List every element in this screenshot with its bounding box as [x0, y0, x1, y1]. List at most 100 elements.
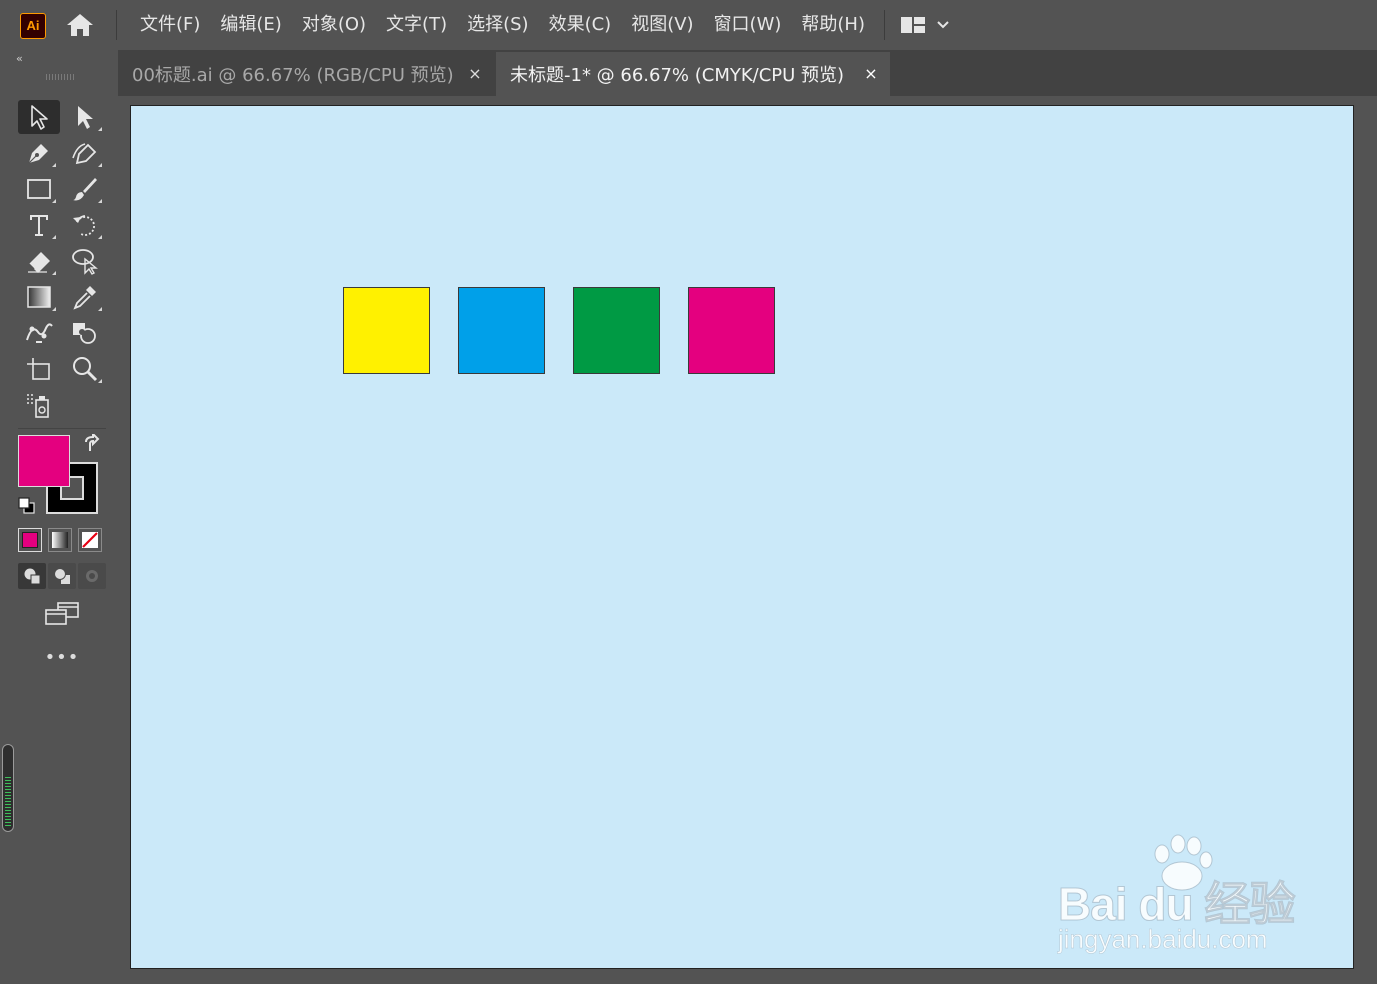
puppet-warp-tool-icon	[26, 323, 53, 343]
workspace-switcher[interactable]	[900, 13, 958, 37]
flyout-indicator	[52, 163, 56, 167]
direct-selection-tool-icon	[78, 106, 93, 129]
menu-help[interactable]: 帮助(H)	[791, 0, 875, 50]
menu-file[interactable]: 文件(F)	[130, 0, 210, 50]
panel-scroll-handle[interactable]	[2, 744, 14, 832]
magenta-square[interactable]	[688, 287, 775, 374]
flyout-indicator	[52, 235, 56, 239]
rectangle-tool-icon	[27, 179, 51, 199]
cyan-square[interactable]	[458, 287, 545, 374]
handle-grip-lines	[5, 777, 11, 827]
lasso-tool-icon	[72, 249, 98, 275]
menu-separator	[116, 10, 117, 40]
paintbrush-tool[interactable]	[64, 172, 106, 206]
tab-document-2[interactable]: 未标题-1* @ 66.67% (CMYK/CPU 预览) ×	[496, 52, 890, 96]
symbol-sprayer-tool[interactable]	[18, 388, 60, 422]
default-fill-stroke-button[interactable]	[18, 497, 36, 515]
eraser-tool[interactable]	[18, 244, 60, 278]
lasso-tool[interactable]	[64, 244, 106, 278]
draw-mode-row	[18, 563, 106, 589]
tools-panel: ‹‹ •••	[8, 52, 116, 984]
swap-fill-stroke-button[interactable]	[82, 431, 102, 454]
rotate-tool[interactable]	[64, 208, 106, 242]
tab-label: 未标题-1* @ 66.67% (CMYK/CPU 预览)	[510, 65, 845, 86]
toolbar-divider	[18, 428, 106, 429]
menu-type[interactable]: 文字(T)	[376, 0, 457, 50]
gradient-mode-button[interactable]	[48, 528, 72, 552]
flyout-indicator	[98, 163, 102, 167]
color-mode-row	[18, 528, 102, 552]
menu-edit[interactable]: 编辑(E)	[210, 0, 291, 50]
chevron-down-icon	[937, 21, 949, 29]
menu-separator	[884, 10, 885, 40]
eyedropper-tool-icon	[73, 286, 96, 310]
eyedropper-tool[interactable]	[64, 280, 106, 314]
gradient-tool[interactable]	[18, 280, 60, 314]
collapse-panel-icon[interactable]: ‹‹	[16, 52, 23, 65]
draw-behind-button[interactable]	[48, 563, 76, 589]
color-icon	[22, 532, 38, 548]
flyout-indicator	[52, 199, 56, 203]
artboard-tool-icon	[27, 358, 50, 380]
draw-normal-icon	[24, 568, 41, 585]
color-mode-button[interactable]	[18, 528, 42, 552]
menu-view[interactable]: 视图(V)	[621, 0, 703, 50]
type-tool[interactable]	[18, 208, 60, 242]
fill-color-swatch[interactable]	[18, 435, 70, 487]
none-mode-button[interactable]	[78, 528, 102, 552]
selection-tool-icon	[31, 105, 48, 130]
flyout-indicator	[98, 235, 102, 239]
screen-mode-button[interactable]	[44, 601, 80, 627]
flyout-indicator	[98, 199, 102, 203]
flyout-indicator	[52, 271, 56, 275]
home-button[interactable]	[64, 11, 96, 39]
panel-grip[interactable]	[46, 74, 74, 80]
shape-builder-tool-icon	[73, 323, 96, 344]
draw-normal-button[interactable]	[18, 563, 46, 589]
rectangle-tool[interactable]	[18, 172, 60, 206]
flyout-indicator	[98, 307, 102, 311]
pen-tool[interactable]	[18, 136, 60, 170]
type-tool-icon	[30, 215, 48, 236]
none-icon	[82, 532, 98, 548]
close-icon[interactable]: ×	[862, 64, 880, 83]
flyout-indicator	[98, 127, 102, 131]
menu-object[interactable]: 对象(O)	[292, 0, 376, 50]
draw-inside-icon	[86, 570, 98, 582]
default-colors-icon	[18, 497, 35, 514]
zoom-tool-icon	[73, 357, 98, 382]
selection-tool[interactable]	[18, 100, 60, 134]
menu-effect[interactable]: 效果(C)	[539, 0, 622, 50]
rotate-tool-icon	[73, 215, 95, 236]
app-logo: Ai	[20, 13, 46, 39]
edit-toolbar-button[interactable]: •••	[44, 648, 80, 668]
artboard-tool[interactable]	[18, 352, 60, 386]
workspace-layout-icon	[901, 17, 925, 33]
direct-selection-tool[interactable]	[64, 100, 106, 134]
green-square[interactable]	[573, 287, 660, 374]
flyout-indicator	[98, 379, 102, 383]
yellow-square[interactable]	[343, 287, 430, 374]
swap-arrow-icon	[85, 431, 100, 451]
menu-window[interactable]: 窗口(W)	[704, 0, 792, 50]
eraser-tool-icon	[28, 252, 50, 273]
gradient-icon	[52, 532, 68, 548]
main-menu: 文件(F) 编辑(E) 对象(O) 文字(T) 选择(S) 效果(C) 视图(V…	[130, 0, 875, 50]
tab-document-1[interactable]: 00标题.ai @ 66.67% (RGB/CPU 预览) ×	[118, 52, 494, 96]
screen-mode-icon	[45, 602, 79, 625]
draw-behind-icon	[54, 568, 70, 584]
menu-bar: Ai 文件(F) 编辑(E) 对象(O) 文字(T) 选择(S) 效果(C) 视…	[0, 0, 1377, 50]
curvature-tool[interactable]	[64, 136, 106, 170]
document-tabs: 00标题.ai @ 66.67% (RGB/CPU 预览) × 未标题-1* @…	[118, 50, 1377, 96]
paintbrush-tool-icon	[73, 178, 97, 201]
symbol-sprayer-tool-icon	[27, 394, 49, 418]
draw-inside-button[interactable]	[78, 563, 106, 589]
zoom-tool[interactable]	[64, 352, 106, 386]
puppet-warp-tool[interactable]	[18, 316, 60, 350]
menu-select[interactable]: 选择(S)	[457, 0, 538, 50]
watermark-url: jingyan.baidu.com	[1058, 924, 1268, 955]
baidu-watermark: Bai du 经验 jingyan.baidu.com	[1057, 832, 1308, 956]
close-icon[interactable]: ×	[466, 64, 484, 83]
shape-builder-tool[interactable]	[64, 316, 106, 350]
flyout-indicator	[52, 307, 56, 311]
